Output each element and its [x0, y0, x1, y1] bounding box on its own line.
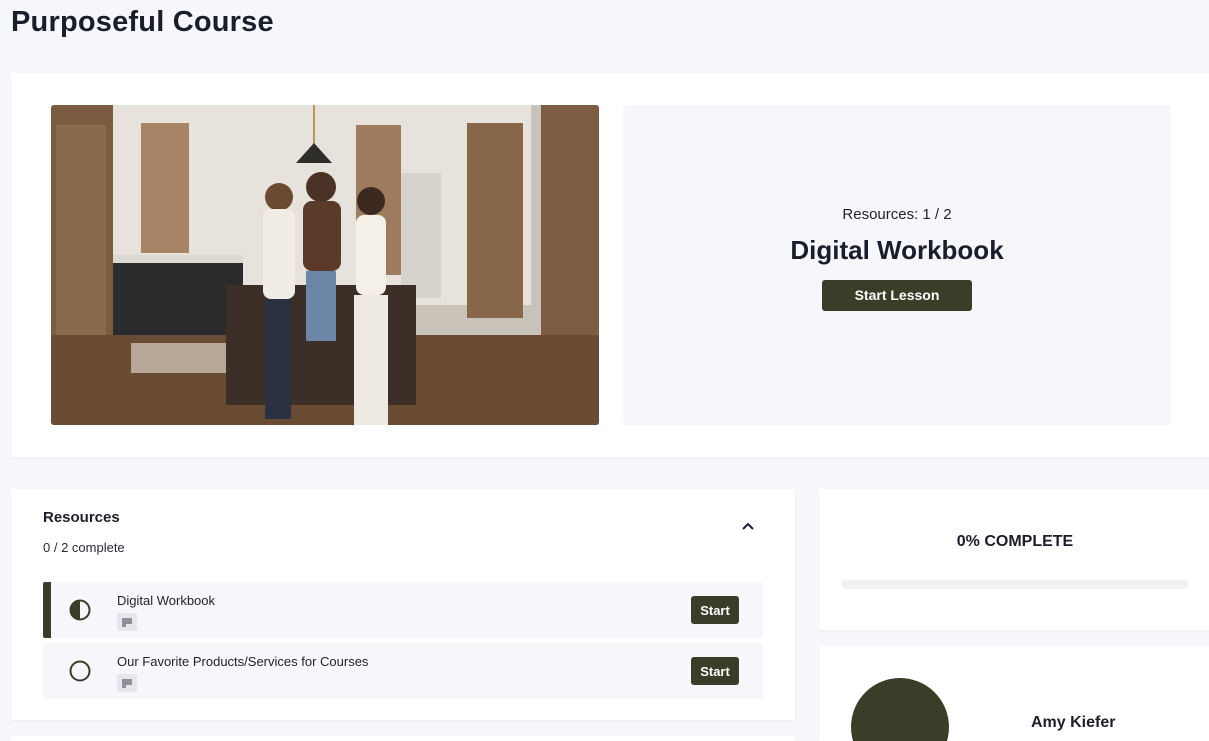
resources-title: Resources [43, 509, 120, 526]
resources-section: Resources 0 / 2 complete Digital Workboo… [11, 489, 795, 720]
progress-label: 0% COMPLETE [956, 533, 1074, 550]
avatar [851, 678, 949, 741]
list-item-label: Digital Workbook [117, 593, 216, 608]
page-title: Purposeful Course [11, 6, 274, 38]
start-lesson-button[interactable]: Start Lesson [822, 279, 972, 311]
start-button[interactable]: Start [691, 657, 739, 685]
text-lesson-icon [117, 674, 137, 692]
text-lesson-icon [117, 613, 137, 631]
progress-card: 0% COMPLETE [819, 489, 1209, 630]
resources-progress: 0 / 2 complete [43, 540, 125, 555]
next-section-card [11, 736, 795, 741]
list-item[interactable]: Our Favorite Products/Services for Cours… [43, 643, 763, 699]
hero-card: Resources: 1 / 2 Digital Workbook Start … [11, 73, 1209, 457]
current-lesson-panel: Resources: 1 / 2 Digital Workbook Start … [623, 105, 1171, 425]
list-item[interactable]: Digital Workbook Start [43, 582, 763, 638]
resources-count: Resources: 1 / 2 [842, 205, 952, 223]
progress-bar [841, 580, 1189, 589]
course-cover-image [51, 105, 599, 425]
author-card: Amy Kiefer [819, 646, 1209, 741]
start-button[interactable]: Start [691, 596, 739, 624]
author-name: Amy Kiefer [1031, 714, 1116, 731]
list-item-label: Our Favorite Products/Services for Cours… [117, 654, 369, 669]
chevron-up-icon[interactable] [741, 521, 755, 531]
current-lesson-title: Digital Workbook [790, 234, 1004, 265]
empty-circle-icon [69, 660, 91, 682]
half-circle-icon [69, 599, 91, 621]
